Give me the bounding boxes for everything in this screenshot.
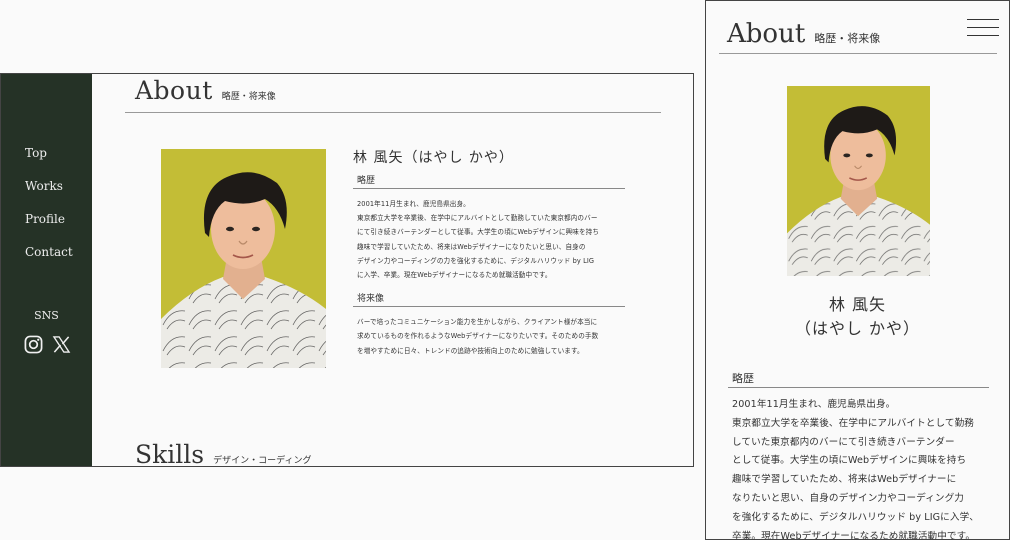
nav-item-contact[interactable]: Contact: [25, 243, 73, 276]
sidebar: Top Works Profile Contact SNS: [1, 74, 92, 466]
instagram-icon[interactable]: [24, 335, 44, 355]
mobile-history-line: 東京都立大学を卒業後、在学中にアルバイトとして勤務: [732, 417, 974, 429]
skills-subtitle: デザイン・コーディング: [213, 456, 312, 466]
profile-info: 林 風矢（はやし かや） 略歴 2001年11月生まれ、鹿児島県出身。 東京都立…: [353, 147, 625, 358]
x-icon[interactable]: [52, 335, 72, 355]
history-line: 東京都立大学を卒業後、在学中にアルバイトとして勤務していた東京都内のバー: [357, 214, 598, 223]
history-line: にて引き続きバーテンダーとして従事。大学生の頃にWebデザインに興味を持ち: [357, 228, 600, 237]
mobile-history-line: を強化するために、デジタルハリウッド by LIGに入学、: [732, 511, 979, 523]
mobile-divider: [719, 53, 997, 54]
history-line: 趣味で学習していたため、将来はWebデザイナーになりたいと思い、自身の: [357, 242, 586, 251]
mobile-about-heading: About 略歴・将来像: [727, 19, 880, 49]
hamburger-menu-icon[interactable]: [967, 19, 999, 37]
future-line: を増やすために日々、トレンドの追跡や技術向上のために勉強しています。: [357, 346, 584, 355]
divider: [125, 112, 661, 113]
history-line: に入学、卒業。現在Webデザイナーになるため就職活動中です。: [357, 271, 552, 280]
skills-section-heading: Skills デザイン・コーディング: [135, 440, 312, 467]
nav-item-profile[interactable]: Profile: [25, 210, 73, 243]
mobile-page-title: About: [727, 19, 806, 49]
mobile-history-line: 趣味で学習していたため、将来はWebデザイナーに: [732, 474, 957, 486]
mobile-profile-name: 林 風矢 （はやし かや）: [706, 293, 1009, 341]
mobile-history-line: 卒業。現在Webデザイナーになるため就職活動中です。: [732, 530, 976, 540]
nav-item-top[interactable]: Top: [25, 144, 73, 177]
mobile-history-line: 2001年11月生まれ、鹿児島県出身。: [732, 399, 896, 410]
nav-item-works[interactable]: Works: [25, 177, 73, 210]
mobile-profile-photo: [787, 86, 930, 276]
mobile-history-heading: 略歴: [728, 370, 989, 388]
mobile-history-line: として従事。大学生の頃にWebデザインに興味を持ち: [732, 455, 967, 467]
mobile-preview: About 略歴・将来像 林 風矢 （はやし かや） 略歴 2001年11月生ま…: [705, 0, 1010, 540]
mobile-history-line: なりたいと思い、自身のデザイン力やコーディング力: [732, 492, 964, 504]
mobile-name-line: 林 風矢: [828, 295, 887, 314]
future-line: 求めているものを作れるようなWebデザイナーになりたいです。そのための手数: [357, 332, 599, 341]
page-title: About: [135, 76, 213, 105]
future-line: バーで培ったコミュニケーション能力を生かしながら、クライアント様が本当に: [357, 318, 598, 327]
history-heading: 略歴: [353, 173, 625, 189]
history-line: 2001年11月生まれ、鹿児島県出身。: [357, 200, 470, 208]
history-text: 2001年11月生まれ、鹿児島県出身。 東京都立大学を卒業後、在学中にアルバイト…: [353, 197, 625, 282]
about-section-heading: About 略歴・将来像: [135, 76, 276, 105]
mobile-history-text: 2001年11月生まれ、鹿児島県出身。 東京都立大学を卒業後、在学中にアルバイト…: [732, 396, 994, 540]
future-text: バーで培ったコミュニケーション能力を生かしながら、クライアント様が本当に 求めて…: [353, 315, 625, 358]
skills-title: Skills: [135, 440, 205, 467]
history-line: デザイン力やコーディングの力を強化するために、デジタルハリウッド by LIG: [357, 256, 595, 265]
mobile-page-subtitle: 略歴・将来像: [814, 32, 881, 45]
mobile-history-line: していた東京都内のバーにて引き続きバーテンダー: [732, 436, 955, 448]
sns-label: SNS: [34, 309, 59, 322]
future-heading: 将来像: [353, 291, 625, 308]
sns-icons: [24, 335, 72, 355]
desktop-preview: Top Works Profile Contact SNS About 略歴・将…: [0, 73, 694, 467]
profile-name: 林 風矢（はやし かや）: [353, 150, 514, 166]
sidebar-nav: Top Works Profile Contact: [25, 144, 73, 276]
mobile-name-reading: （はやし かや）: [794, 319, 921, 338]
profile-photo: [161, 149, 326, 368]
page-subtitle: 略歴・将来像: [221, 92, 276, 102]
